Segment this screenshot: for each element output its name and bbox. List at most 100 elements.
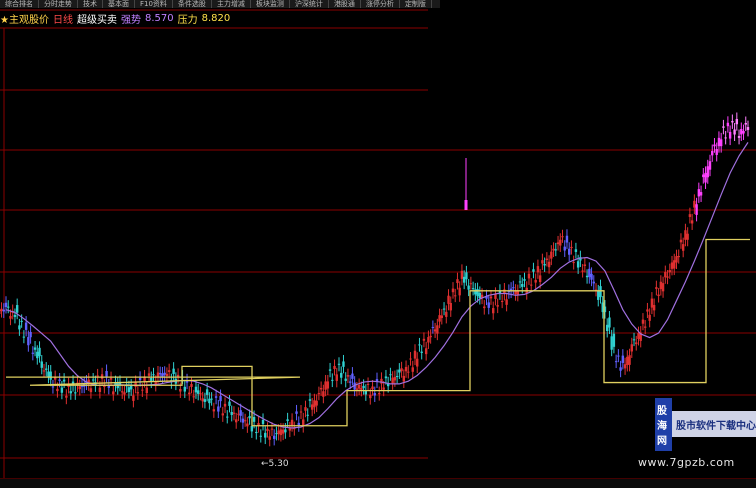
candle-body bbox=[389, 374, 391, 375]
candle-body bbox=[45, 369, 47, 370]
candle-body bbox=[568, 249, 570, 255]
candle-body bbox=[367, 384, 369, 385]
candle-body bbox=[204, 399, 206, 402]
candle-body bbox=[351, 374, 353, 379]
candle-body bbox=[190, 384, 192, 387]
candle-body bbox=[123, 392, 125, 394]
candle-body bbox=[599, 286, 601, 297]
candle-body bbox=[239, 410, 241, 416]
candle-body bbox=[581, 271, 583, 272]
candle-body bbox=[298, 423, 300, 425]
candle-body bbox=[671, 262, 673, 268]
candle-body bbox=[25, 323, 27, 330]
candle-body bbox=[414, 351, 416, 359]
candle-body bbox=[20, 321, 22, 322]
candle-body bbox=[309, 399, 311, 401]
candle-body bbox=[121, 391, 123, 392]
candle-body bbox=[327, 381, 329, 388]
candle-body bbox=[619, 367, 621, 370]
candle-body bbox=[523, 279, 525, 281]
candle-body bbox=[646, 309, 648, 311]
candle-body bbox=[58, 379, 60, 380]
candle-body bbox=[374, 393, 376, 395]
candle-body bbox=[146, 388, 148, 393]
candle-body bbox=[452, 289, 454, 293]
candle-body bbox=[713, 144, 715, 146]
candle-body bbox=[693, 201, 695, 208]
candle-body bbox=[159, 373, 161, 374]
candle-body bbox=[461, 271, 463, 279]
candle-body bbox=[213, 409, 215, 411]
candle-body bbox=[423, 339, 425, 341]
candle-body bbox=[70, 391, 72, 393]
candle-body bbox=[79, 386, 81, 389]
candle-body bbox=[456, 279, 458, 283]
candle-body bbox=[686, 234, 688, 240]
candle-body bbox=[550, 252, 552, 259]
candle-body bbox=[251, 426, 253, 431]
candle-body bbox=[248, 416, 250, 418]
candle-body bbox=[16, 305, 18, 313]
candle-body bbox=[219, 396, 221, 401]
candle-body bbox=[38, 348, 40, 356]
candle-body bbox=[112, 391, 114, 394]
candle-body bbox=[90, 388, 92, 392]
candle-body bbox=[9, 316, 11, 319]
candle-body bbox=[342, 361, 344, 366]
candle-body bbox=[539, 275, 541, 282]
candle-body bbox=[731, 121, 733, 122]
candle-body bbox=[483, 307, 485, 309]
candle-body bbox=[0, 309, 2, 311]
candle-body bbox=[110, 378, 112, 380]
candle-body bbox=[691, 220, 693, 223]
candle-body bbox=[210, 399, 212, 400]
candle-body bbox=[427, 337, 429, 342]
candle-body bbox=[479, 293, 481, 298]
candle-body bbox=[224, 404, 226, 407]
candle-body bbox=[561, 236, 563, 237]
candle-body bbox=[441, 316, 443, 318]
candle-body bbox=[208, 399, 210, 403]
candle-body bbox=[566, 236, 568, 243]
candle-body bbox=[747, 127, 749, 130]
candle-body bbox=[228, 402, 230, 406]
candle-body bbox=[311, 404, 313, 409]
candle-body bbox=[472, 288, 474, 289]
candle-body bbox=[199, 393, 201, 394]
candle-body bbox=[689, 214, 691, 217]
candle-body bbox=[458, 288, 460, 296]
candle-body bbox=[742, 131, 744, 133]
candle-body bbox=[271, 429, 273, 430]
candle-body bbox=[588, 269, 590, 277]
candle-body bbox=[291, 420, 293, 425]
candle-body bbox=[105, 371, 107, 376]
candle-body bbox=[416, 359, 418, 367]
candle-body bbox=[420, 352, 422, 353]
candle-body bbox=[304, 407, 306, 411]
candle-body bbox=[139, 378, 141, 380]
candle-body bbox=[617, 356, 619, 357]
candle-body bbox=[244, 420, 246, 421]
candle-body bbox=[349, 381, 351, 382]
candle-body bbox=[698, 189, 700, 196]
candle-body bbox=[597, 291, 599, 300]
candle-body bbox=[443, 309, 445, 310]
candle-body bbox=[266, 429, 268, 431]
candle-body bbox=[718, 138, 720, 146]
candle-body bbox=[720, 139, 722, 146]
candle-body bbox=[729, 132, 731, 139]
candle-body bbox=[445, 312, 447, 317]
candle-body bbox=[418, 344, 420, 345]
candle-body bbox=[130, 386, 132, 390]
candle-body bbox=[682, 244, 684, 251]
price-chart[interactable] bbox=[0, 0, 756, 487]
candle-body bbox=[740, 129, 742, 134]
candle-body bbox=[648, 315, 650, 321]
candle-body bbox=[41, 361, 43, 367]
candle-body bbox=[450, 303, 452, 310]
candle-body bbox=[745, 123, 747, 125]
candle-body bbox=[454, 295, 456, 296]
candle-body bbox=[318, 393, 320, 394]
candle-body bbox=[543, 264, 545, 265]
candle-body bbox=[644, 327, 646, 328]
